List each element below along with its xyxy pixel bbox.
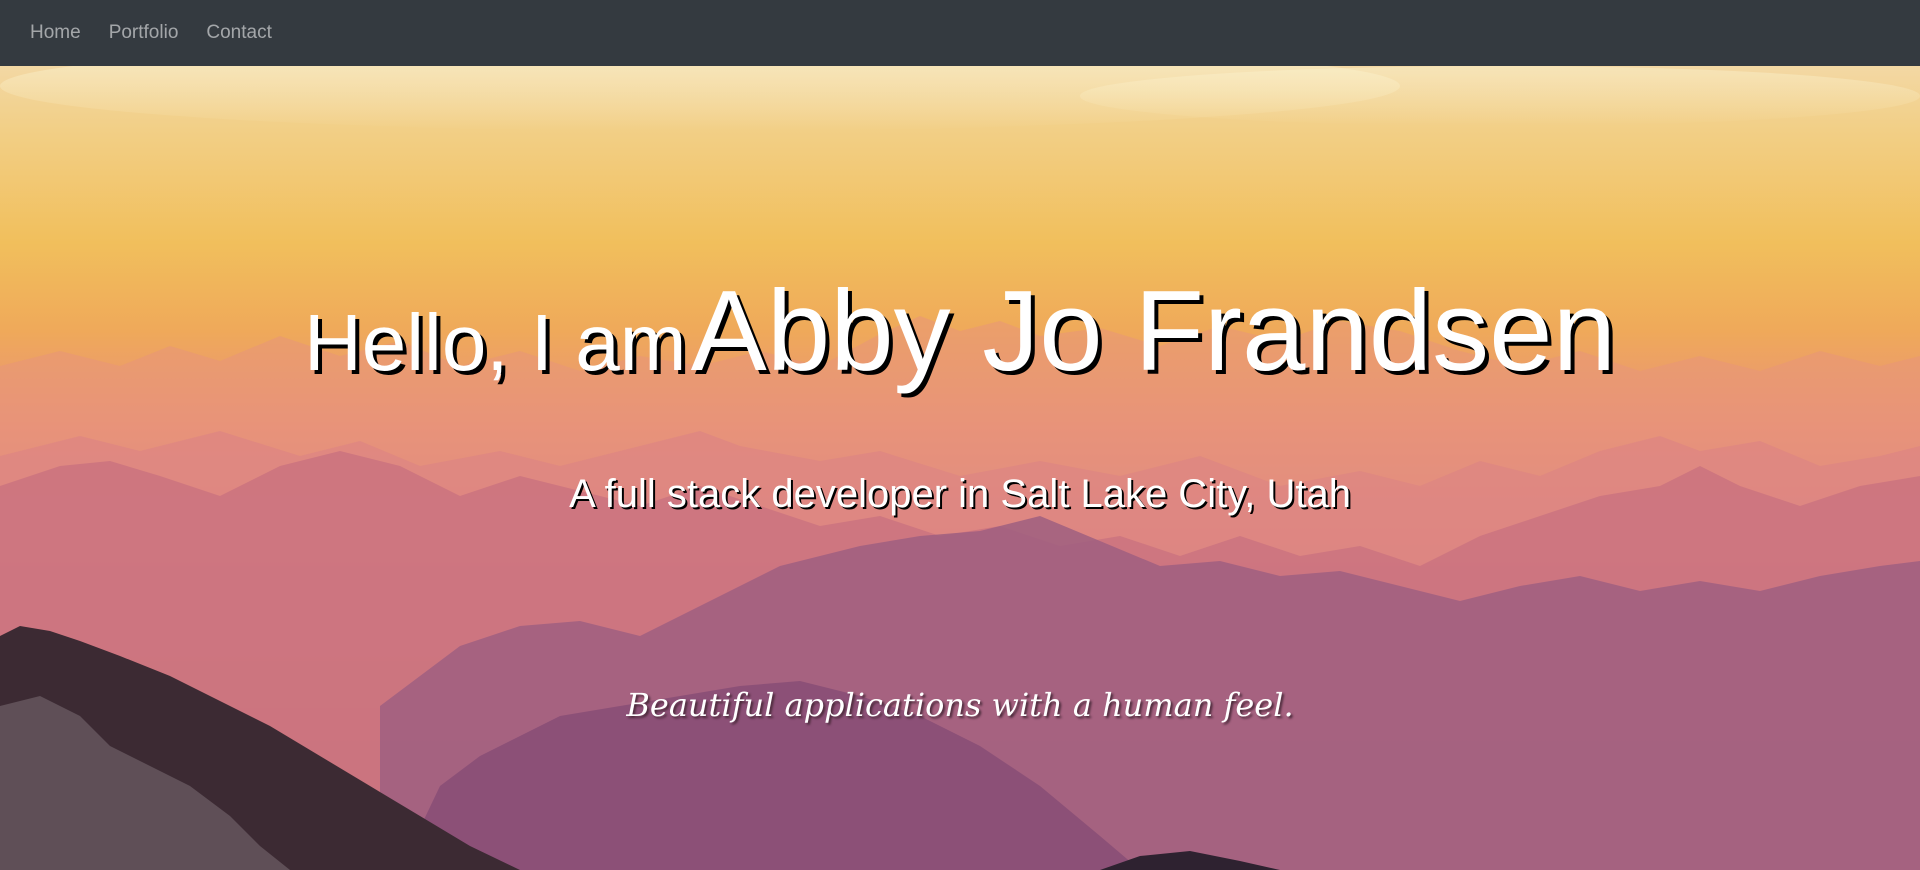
hero-heading: Hello, I am Abby Jo Frandsen	[0, 266, 1920, 397]
greeting-prefix: Hello, I am	[304, 298, 687, 387]
hero-tagline: Beautiful applications with a human feel…	[626, 686, 1294, 724]
nav-link-contact[interactable]: Contact	[206, 22, 271, 44]
hero-section: Hello, I am Abby Jo Frandsen A full stac…	[0, 66, 1920, 870]
top-navbar: Home Portfolio Contact	[0, 0, 1920, 66]
hero-text-group: Hello, I am Abby Jo Frandsen A full stac…	[0, 66, 1920, 870]
nav-link-portfolio[interactable]: Portfolio	[109, 22, 179, 44]
developer-name: Abby Jo Frandsen	[690, 268, 1616, 395]
hero-subtitle: A full stack developer in Salt Lake City…	[569, 472, 1351, 516]
nav-link-home[interactable]: Home	[30, 22, 81, 44]
